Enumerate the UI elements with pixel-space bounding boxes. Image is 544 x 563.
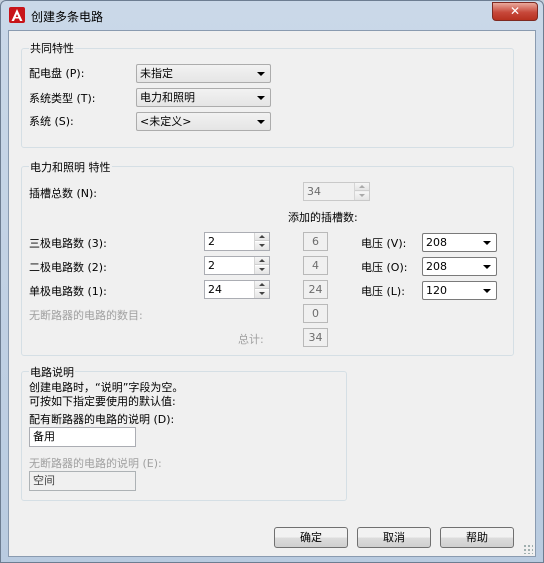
chevron-down-icon	[257, 96, 265, 100]
system-type-select[interactable]: 电力和照明	[136, 88, 271, 107]
description-note-line2: 可按如下指定要使用的默认值:	[29, 395, 176, 408]
voltage-v-value: 208	[426, 236, 447, 249]
cancel-button[interactable]: 取消	[357, 527, 431, 548]
group-title-common: 共同特性	[29, 40, 75, 56]
total-slots-stepper[interactable]: 34	[303, 182, 370, 201]
dialog-client-area: 共同特性 配电盘 (P): 未指定 系统类型 (T): 电力和照明 系统 (S)…	[8, 30, 536, 557]
total-slots-spin-buttons[interactable]	[354, 183, 369, 200]
single-pole-slots: 24	[303, 280, 328, 299]
two-pole-slots: 4	[303, 256, 328, 275]
system-label: 系统 (S):	[29, 115, 74, 128]
two-pole-stepper[interactable]: 2	[204, 256, 270, 275]
autocad-logo-icon	[9, 7, 25, 23]
total-slots-sum: 34	[303, 328, 328, 347]
title-bar: 创建多条电路 ✕	[1, 1, 543, 29]
with-breaker-label: 配有断路器的电路的说明 (D):	[29, 413, 175, 426]
two-pole-spin-buttons[interactable]	[254, 257, 269, 274]
panel-select[interactable]: 未指定	[136, 64, 271, 83]
window-title: 创建多条电路	[31, 10, 104, 24]
group-title-power: 电力和照明 特性	[29, 159, 112, 175]
system-select[interactable]: <未定义>	[136, 112, 271, 131]
voltage-v-label: 电压 (V):	[361, 237, 407, 250]
chevron-down-icon	[257, 72, 265, 76]
dialog-window: 创建多条电路 ✕ 共同特性 配电盘 (P): 未指定 系统类型 (T): 电力和…	[0, 0, 544, 563]
chevron-down-icon	[483, 241, 491, 245]
without-breaker-label: 无断路器的电路的说明 (E):	[29, 457, 162, 470]
three-pole-value: 2	[208, 235, 215, 248]
two-pole-label: 二极电路数 (2):	[29, 261, 107, 274]
without-breaker-input[interactable]: 空间	[29, 471, 136, 491]
system-type-select-value: 电力和照明	[140, 91, 195, 104]
two-pole-value: 2	[208, 259, 215, 272]
three-pole-label: 三极电路数 (3):	[29, 237, 107, 250]
total-slots-value: 34	[307, 185, 321, 198]
added-slots-header: 添加的插槽数:	[288, 211, 358, 224]
voltage-o-label: 电压 (O):	[361, 261, 408, 274]
single-pole-value: 24	[208, 283, 222, 296]
three-pole-stepper[interactable]: 2	[204, 232, 270, 251]
help-button[interactable]: 帮助	[440, 527, 514, 548]
single-pole-stepper[interactable]: 24	[204, 280, 270, 299]
panel-label: 配电盘 (P):	[29, 67, 85, 80]
close-icon: ✕	[509, 4, 521, 18]
panel-select-value: 未指定	[140, 67, 173, 80]
three-pole-slots: 6	[303, 232, 328, 251]
system-type-label: 系统类型 (T):	[29, 92, 96, 105]
chevron-down-icon	[257, 120, 265, 124]
with-breaker-input[interactable]: 备用	[29, 427, 136, 447]
voltage-v-select[interactable]: 208	[422, 233, 497, 252]
voltage-l-label: 电压 (L):	[361, 285, 405, 298]
ok-button[interactable]: 确定	[274, 527, 348, 548]
total-label: 总计:	[238, 333, 264, 346]
system-select-value: <未定义>	[140, 115, 192, 128]
voltage-l-value: 120	[426, 284, 447, 297]
total-slots-label: 插槽总数 (N):	[29, 187, 98, 200]
single-pole-label: 单极电路数 (1):	[29, 285, 107, 298]
three-pole-spin-buttons[interactable]	[254, 233, 269, 250]
close-button[interactable]: ✕	[492, 2, 538, 21]
chevron-down-icon	[483, 265, 491, 269]
voltage-l-select[interactable]: 120	[422, 281, 497, 300]
group-title-description: 电路说明	[29, 364, 75, 380]
resize-grip-icon[interactable]	[523, 544, 533, 554]
voltage-o-select[interactable]: 208	[422, 257, 497, 276]
voltage-o-value: 208	[426, 260, 447, 273]
single-pole-spin-buttons[interactable]	[254, 281, 269, 298]
no-breaker-slots: 0	[303, 304, 328, 323]
no-breaker-count-label: 无断路器的电路的数目:	[29, 309, 143, 322]
chevron-down-icon	[483, 289, 491, 293]
